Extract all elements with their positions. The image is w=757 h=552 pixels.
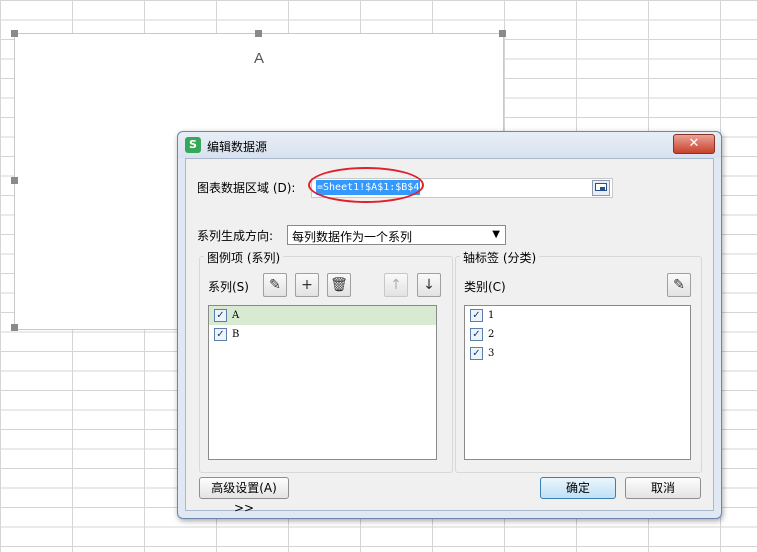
series-list[interactable]: ✓ A ✓ B xyxy=(208,305,437,460)
chevron-down-icon: ▼ xyxy=(492,229,500,240)
category-group: 轴标签 (分类) 类别(C) ✎ ✓ 1 ✓ 2 ✓ 3 xyxy=(455,249,702,473)
dialog-titlebar[interactable]: S 编辑数据源 ✕ xyxy=(178,132,721,158)
series-label: 系列(S) xyxy=(208,280,249,294)
checkbox[interactable]: ✓ xyxy=(214,328,227,341)
plus-icon[interactable]: + xyxy=(295,273,319,297)
category-group-title: 轴标签 (分类) xyxy=(460,249,540,266)
series-item-a[interactable]: ✓ A xyxy=(209,306,436,325)
close-button[interactable]: ✕ xyxy=(673,134,715,154)
annotation-ellipse xyxy=(308,167,424,203)
category-item[interactable]: ✓ 1 xyxy=(465,306,690,325)
resize-handle-top-right[interactable] xyxy=(499,30,506,37)
range-label: 图表数据区域 (D): xyxy=(197,181,296,195)
category-item-label: 2 xyxy=(488,329,495,340)
series-group-title: 图例项 (系列) xyxy=(204,249,284,266)
checkbox[interactable]: ✓ xyxy=(470,347,483,360)
cancel-button[interactable]: 取消 xyxy=(625,477,701,499)
advanced-settings-button[interactable]: 高级设置(A) >> xyxy=(199,477,289,515)
checkbox[interactable]: ✓ xyxy=(214,309,227,322)
resize-handle-top[interactable] xyxy=(255,30,262,37)
resize-handle-top-left[interactable] xyxy=(11,30,18,37)
series-group: 图例项 (系列) 系列(S) ✎ + 🗑 ↑ ↓ ✓ A ✓ B xyxy=(199,249,453,473)
resize-handle-bottom-left[interactable] xyxy=(11,324,18,331)
pencil-icon[interactable]: ✎ xyxy=(263,273,287,297)
series-item-b[interactable]: ✓ B xyxy=(209,325,436,344)
category-label: 类别(C) xyxy=(464,280,506,294)
dialog-body: 图表数据区域 (D): =Sheet1!$A$1:$B$4 系列生成方向: 每列… xyxy=(185,158,714,515)
pencil-icon[interactable]: ✎ xyxy=(667,273,691,297)
category-item-label: 3 xyxy=(488,348,495,359)
ok-button[interactable]: 确定 xyxy=(540,477,616,499)
direction-select[interactable]: 每列数据作为一个系列 ▼ xyxy=(287,225,506,245)
chart-title: A xyxy=(253,50,264,67)
checkbox[interactable]: ✓ xyxy=(470,328,483,341)
checkbox[interactable]: ✓ xyxy=(470,309,483,322)
series-item-label: B xyxy=(232,329,240,340)
category-item[interactable]: ✓ 2 xyxy=(465,325,690,344)
series-item-label: A xyxy=(232,310,240,321)
category-item[interactable]: ✓ 3 xyxy=(465,344,690,363)
arrow-up-icon[interactable]: ↑ xyxy=(384,273,408,297)
direction-value: 每列数据作为一个系列 xyxy=(292,230,413,244)
wps-app-icon: S xyxy=(185,137,201,153)
trash-icon[interactable]: 🗑 xyxy=(327,273,351,297)
range-select-icon[interactable] xyxy=(592,180,610,196)
direction-label: 系列生成方向: xyxy=(197,229,274,243)
resize-handle-left[interactable] xyxy=(11,177,18,184)
category-list[interactable]: ✓ 1 ✓ 2 ✓ 3 xyxy=(464,305,691,460)
category-item-label: 1 xyxy=(488,310,495,321)
edit-data-source-dialog: S 编辑数据源 ✕ 图表数据区域 (D): =Sheet1!$A$1:$B$4 … xyxy=(177,131,722,519)
dialog-title: 编辑数据源 xyxy=(207,140,268,154)
arrow-down-icon[interactable]: ↓ xyxy=(417,273,441,297)
